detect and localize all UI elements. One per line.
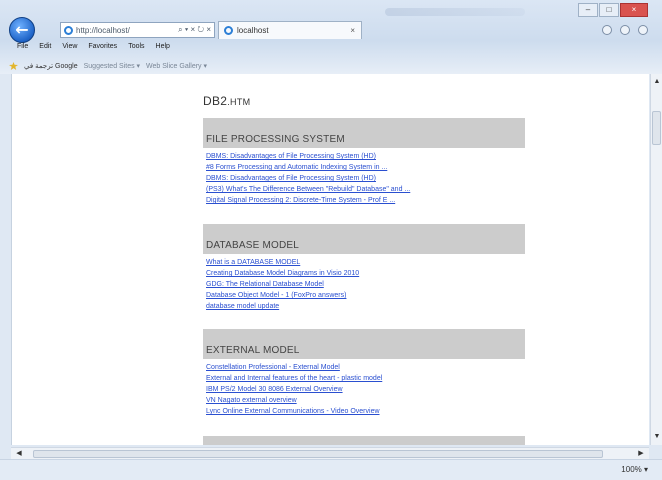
favorite-web-slice-gallery[interactable]: Web Slice Gallery ▾	[146, 62, 207, 70]
menu-file[interactable]: File	[17, 43, 28, 50]
tab-localhost[interactable]: localhost ×	[218, 21, 362, 39]
horizontal-scrollbar[interactable]: ◀ ▶	[11, 447, 649, 459]
video-link[interactable]: DBMS: Disadvantages of File Processing S…	[203, 173, 525, 184]
menu-tools[interactable]: Tools	[128, 43, 144, 50]
page-title-main: DB2	[203, 94, 228, 108]
page-content: DB2.HTM FILE PROCESSING SYSTEM DBMS: Dis…	[11, 74, 649, 445]
menu-help[interactable]: Help	[156, 43, 170, 50]
maximize-button[interactable]: □	[599, 3, 619, 17]
video-link[interactable]: (PS3) What's The Difference Between "Reb…	[203, 184, 525, 195]
video-link[interactable]: VN Nagato external overview	[203, 395, 525, 406]
back-button[interactable]: ←	[9, 17, 35, 43]
section-file-processing: FILE PROCESSING SYSTEM DBMS: Disadvantag…	[203, 118, 525, 206]
video-link[interactable]: Constellation Professional - External Mo…	[203, 362, 525, 373]
close-window-button[interactable]: ×	[620, 3, 648, 17]
favorites-star-icon[interactable]	[9, 62, 18, 70]
video-link[interactable]: #8 Forms Processing and Automatic Indexi…	[203, 162, 525, 173]
browser-chrome: – □ × ← http://localhost/ ⌕ ▾ × ↻ × loca…	[0, 0, 662, 74]
section-header-label: EXTERNAL MODEL	[206, 345, 300, 356]
video-link[interactable]: What is a DATABASE MODEL	[203, 257, 525, 268]
video-link[interactable]: Creating Database Model Diagrams in Visi…	[203, 268, 525, 279]
page-title-extension: .HTM	[227, 97, 251, 107]
zoom-level-button[interactable]: 100% ▾	[621, 465, 648, 474]
section-header-label: DATABASE MODEL	[206, 240, 300, 251]
window-controls: – □ ×	[578, 3, 648, 17]
tab-favicon-icon	[224, 26, 233, 35]
video-link[interactable]: IBM PS/2 Model 30 8086 External Overview	[203, 384, 525, 395]
vertical-scroll-thumb[interactable]	[652, 111, 661, 145]
menu-view[interactable]: View	[62, 43, 77, 50]
video-link[interactable]: Lync Online External Communications - Vi…	[203, 406, 525, 417]
page-title: DB2.HTM	[203, 94, 250, 108]
menu-favorites[interactable]: Favorites	[88, 43, 117, 50]
address-bar[interactable]: http://localhost/ ⌕ ▾ × ↻ ×	[60, 22, 215, 38]
favorites-bar: ترجمة في Google Suggested Sites ▾ Web Sl…	[9, 62, 207, 70]
scroll-up-arrow-icon[interactable]: ▲	[651, 76, 662, 88]
video-link[interactable]: GDG: The Relational Database Model	[203, 279, 525, 290]
favorites-star-icon[interactable]	[620, 25, 630, 35]
minimize-button[interactable]: –	[578, 3, 598, 17]
section-header-partial	[203, 436, 525, 445]
status-bar: 100% ▾	[0, 459, 662, 480]
section-header-label: FILE PROCESSING SYSTEM	[206, 134, 345, 145]
section-external-model: EXTERNAL MODEL Constellation Professiona…	[203, 329, 525, 417]
favorite-suggested-sites[interactable]: Suggested Sites ▾	[84, 62, 140, 70]
ie-icon	[64, 25, 73, 35]
window-title	[385, 8, 525, 16]
menu-bar: File Edit View Favorites Tools Help	[17, 43, 170, 50]
video-link[interactable]: DBMS: Disadvantages of File Processing S…	[203, 151, 525, 162]
vertical-scrollbar[interactable]: ▲ ▼	[650, 74, 662, 445]
menu-edit[interactable]: Edit	[39, 43, 51, 50]
link-list: What is a DATABASE MODEL Creating Databa…	[203, 254, 525, 312]
toolbar-icons	[602, 25, 648, 35]
section-database-model: DATABASE MODEL What is a DATABASE MODEL …	[203, 224, 525, 312]
address-text: http://localhost/	[76, 25, 130, 35]
video-link[interactable]: External and Internal features of the he…	[203, 373, 525, 384]
video-link[interactable]: Database Object Model - 1 (FoxPro answer…	[203, 290, 525, 301]
video-link[interactable]: database model update	[203, 301, 525, 312]
tab-close-icon[interactable]: ×	[350, 26, 355, 35]
section-header: DATABASE MODEL	[203, 224, 525, 254]
gear-icon[interactable]	[638, 25, 648, 35]
section-header: FILE PROCESSING SYSTEM	[203, 118, 525, 148]
video-link[interactable]: Digital Signal Processing 2: Discrete-Ti…	[203, 195, 525, 206]
home-icon[interactable]	[602, 25, 612, 35]
address-controls[interactable]: ⌕ ▾ × ↻ ×	[178, 25, 214, 35]
scroll-down-arrow-icon[interactable]: ▼	[651, 431, 662, 443]
link-list: Constellation Professional - External Mo…	[203, 359, 525, 417]
favorite-google-translate[interactable]: ترجمة في Google	[24, 62, 78, 70]
link-list: DBMS: Disadvantages of File Processing S…	[203, 148, 525, 206]
horizontal-scroll-thumb[interactable]	[33, 450, 603, 458]
tab-label: localhost	[237, 26, 269, 35]
section-header: EXTERNAL MODEL	[203, 329, 525, 359]
